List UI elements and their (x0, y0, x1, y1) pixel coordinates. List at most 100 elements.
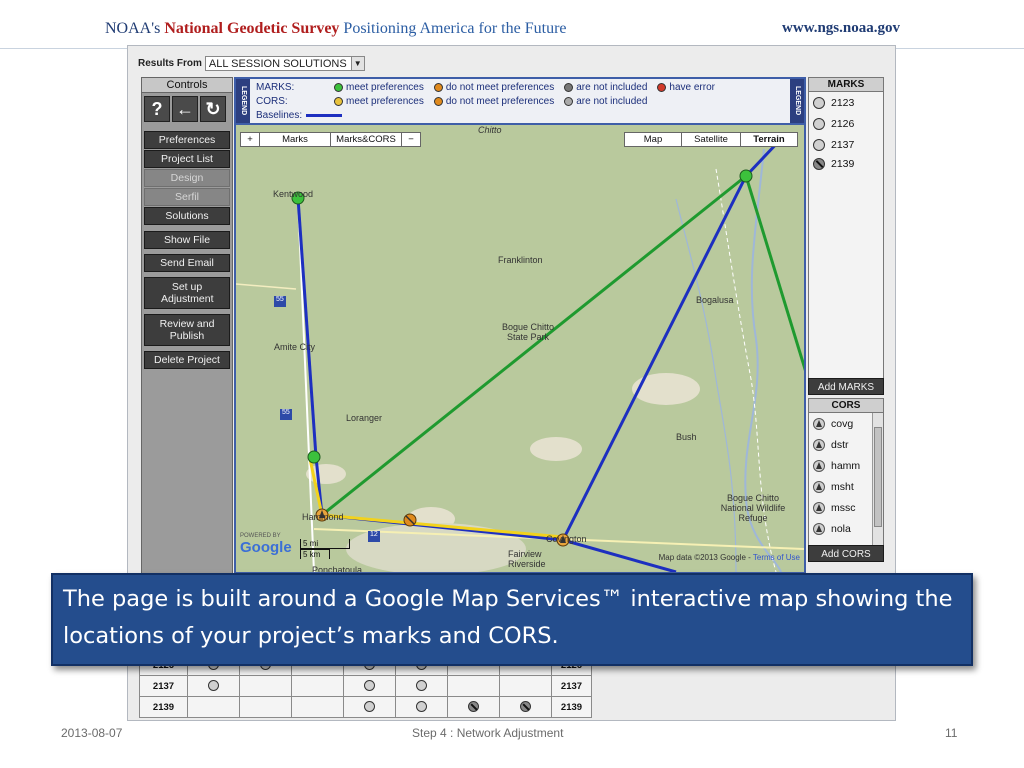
cors-panel-title: CORS (809, 399, 883, 413)
cors-panel: CORS covg dstr hamm msht mssc nola (808, 398, 884, 560)
mark-status-icon (364, 680, 375, 692)
cors-not-meet-icon (433, 97, 443, 106)
legend-cors-row: CORS: meet preferences do not meet prefe… (256, 96, 657, 107)
highway-label: 12 (370, 531, 378, 538)
table-cell (499, 675, 552, 697)
map-type-map-button[interactable]: Map (624, 132, 682, 147)
baseline-blue (561, 175, 748, 541)
add-marks-button[interactable]: Add MARKS (808, 378, 884, 395)
project-map[interactable]: Chitto Kentwood Franklinton Bogalusa Bog… (234, 77, 806, 574)
cors-station-icon (813, 417, 825, 430)
terms-of-use-link[interactable]: Terms of Use (753, 553, 800, 562)
cors-id: msht (831, 480, 854, 493)
place-label: Bush (676, 432, 697, 442)
map-legend: LEGEND LEGEND MARKS: meet preferences do… (236, 79, 804, 125)
zoom-in-button[interactable]: + (240, 132, 260, 147)
mark-list-item[interactable]: 2139 (809, 155, 883, 172)
cors-station-icon (813, 480, 825, 493)
setup-adjustment-button[interactable]: Set up Adjustment (144, 277, 230, 309)
solutions-button[interactable]: Solutions (144, 207, 230, 225)
preferences-button[interactable]: Preferences (144, 131, 230, 149)
mark-list-item[interactable]: 2137 (809, 134, 883, 155)
place-label: Franklinton (498, 255, 543, 265)
deco-line (0, 48, 127, 49)
legend-tab-right[interactable]: LEGEND (790, 79, 804, 123)
table-cell (291, 675, 344, 697)
google-logo[interactable]: Google (240, 539, 292, 556)
project-list-button[interactable]: Project List (144, 150, 230, 168)
table-cell[interactable] (447, 696, 500, 718)
legend-cors-label: CORS: (256, 96, 288, 107)
zoom-marks-button[interactable]: Marks (259, 132, 331, 147)
marks-panel: MARKS 2123 2126 2137 2139 (808, 77, 884, 379)
table-cell[interactable] (499, 696, 552, 718)
table-cell[interactable] (395, 696, 448, 718)
chevron-down-icon[interactable]: ▼ (350, 57, 364, 70)
delete-project-button[interactable]: Delete Project (144, 351, 230, 369)
mark-point-meet[interactable] (307, 450, 321, 464)
zoom-bar: + Marks Marks&CORS − (240, 132, 421, 147)
cors-id: nola (831, 522, 851, 535)
table-cell[interactable] (395, 675, 448, 697)
refresh-icon[interactable]: ↻ (200, 96, 226, 122)
table-cell (187, 696, 240, 718)
cors-scrollbar[interactable] (872, 413, 883, 559)
meet-preferences-icon (334, 83, 343, 92)
row-mark-id-right: 2139 (551, 696, 592, 718)
place-label: Chitto (478, 125, 502, 135)
help-icon[interactable]: ? (144, 96, 170, 122)
legend-marks-row: MARKS: meet preferences do not meet pref… (256, 82, 725, 93)
zoom-marks-cors-button[interactable]: Marks&CORS (330, 132, 402, 147)
map-type-satellite-button[interactable]: Satellite (681, 132, 741, 147)
scale-km: 5 km (300, 549, 330, 559)
place-label: Bogue Chitto National Wildlife Refuge (720, 493, 786, 523)
error-icon (657, 83, 667, 92)
legend-tab-left[interactable]: LEGEND (236, 79, 250, 123)
road (236, 283, 297, 290)
table-cell[interactable] (343, 696, 396, 718)
design-button: Design (144, 169, 230, 187)
scrollbar-thumb[interactable] (874, 427, 882, 527)
mark-status-icon (813, 138, 825, 151)
table-cell[interactable] (187, 675, 240, 697)
google-logo-text: Google (240, 539, 292, 556)
results-from-select[interactable]: ALL SESSION SOLUTIONS ▼ (204, 56, 365, 71)
mark-status-icon (813, 96, 825, 109)
row-mark-id: 2139 (139, 696, 188, 718)
serfil-button: Serfil (144, 188, 230, 206)
mark-id: 2123 (831, 96, 855, 109)
back-arrow-icon[interactable]: ← (172, 96, 198, 122)
slide-caption: The page is built around a Google Map Se… (51, 573, 973, 666)
map-data-text: Map data ©2013 Google - (658, 553, 751, 562)
mark-list-item[interactable]: 2123 (809, 92, 883, 113)
mark-point-meet[interactable] (739, 169, 753, 183)
slide-header: NOAA's National Geodetic Survey Position… (100, 18, 900, 44)
mark-list-item[interactable]: 2126 (809, 113, 883, 134)
zoom-out-button[interactable]: − (401, 132, 421, 147)
controls-title: Controls (142, 78, 232, 93)
table-cell[interactable] (343, 675, 396, 697)
review-publish-button[interactable]: Review and Publish (144, 314, 230, 346)
map-type-terrain-button[interactable]: Terrain (740, 132, 798, 147)
mark-id: 2126 (831, 117, 855, 130)
place-label: Fairview Riverside (508, 549, 546, 569)
row-mark-id: 2137 (139, 675, 188, 697)
place-label: Loranger (346, 413, 383, 423)
table-cell (239, 675, 292, 697)
scale-mi: 5 mi (300, 539, 350, 549)
ngs-url[interactable]: www.ngs.noaa.gov (782, 20, 900, 37)
baseline-green (744, 175, 804, 372)
place-label: Covington (546, 534, 587, 544)
legend-baselines-row: Baselines: (256, 110, 343, 121)
map-attribution: Map data ©2013 Google - Terms of Use (659, 553, 800, 562)
results-from-row: Results From ALL SESSION SOLUTIONS ▼ (138, 56, 365, 71)
add-cors-button[interactable]: Add CORS (808, 545, 884, 562)
baseline-green (321, 174, 747, 517)
terrain-patch (632, 373, 700, 405)
footer-page-number: 11 (945, 726, 958, 740)
legend-text: do not meet preferences (445, 96, 555, 107)
legend-text: have error (669, 82, 715, 93)
send-email-button[interactable]: Send Email (144, 254, 230, 272)
not-meet-preferences-icon (433, 83, 443, 92)
show-file-button[interactable]: Show File (144, 231, 230, 249)
